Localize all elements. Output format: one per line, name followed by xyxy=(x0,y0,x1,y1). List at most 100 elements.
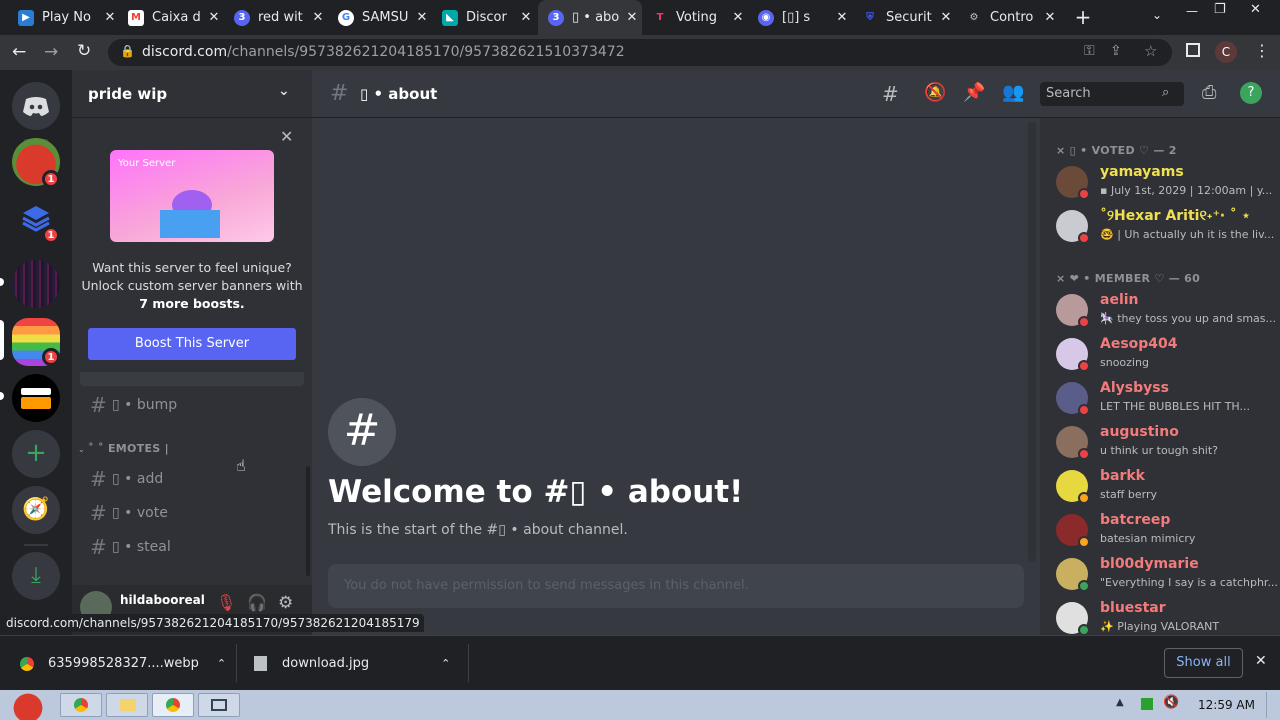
close-icon[interactable]: ✕ xyxy=(412,10,432,25)
headphones-icon[interactable]: 🎧 xyxy=(247,593,267,612)
member-row[interactable]: yamayams ▪ July 1st, 2029 | 12:00am | y.… xyxy=(1056,162,1280,204)
server-header[interactable]: pride wip ⌄ xyxy=(72,70,312,118)
discord-unread-icon: 3 xyxy=(234,9,250,26)
download-item[interactable]: download.jpg ⌃ xyxy=(254,636,454,691)
close-icon[interactable]: ✕ xyxy=(936,10,956,25)
category-emotes[interactable]: ⌄ ˚ ˚ EMOTES | xyxy=(78,442,169,455)
browser-menu-icon[interactable]: ⋮ xyxy=(1254,41,1270,60)
browser-tab-strip: ▶ Play No ✕ M Caixa d ✕ 3 red wit ✕ G SA… xyxy=(0,0,1280,35)
share-icon[interactable]: ⇪ xyxy=(1110,43,1122,59)
taskbar-explorer[interactable] xyxy=(106,693,148,717)
show-desktop-button[interactable] xyxy=(1266,692,1276,718)
discord-home-button[interactable] xyxy=(12,82,60,130)
gear-icon[interactable]: ⚙ xyxy=(278,593,293,613)
member-row[interactable]: Alysbyss LET THE BUBBLES HIT TH... xyxy=(1056,378,1280,420)
show-all-button[interactable]: Show all xyxy=(1164,648,1243,678)
hashtag-icon: # xyxy=(90,393,107,417)
minimize-button[interactable]: — xyxy=(1186,4,1198,18)
browser-tab-4[interactable]: G SAMSU ✕ xyxy=(328,0,432,35)
threads-icon[interactable]: # xyxy=(882,82,899,106)
member-row[interactable]: ˚୨Hexar Ariti୧˖⁺‧ ˚ ⋆ 🤓 | Uh actually uh… xyxy=(1056,206,1280,248)
chevron-up-icon[interactable]: ⌃ xyxy=(217,657,226,670)
mute-mic-icon[interactable]: 🎙 xyxy=(216,593,236,612)
back-arrow-icon[interactable]: ← xyxy=(12,42,26,62)
member-row[interactable]: barkk staff berry xyxy=(1056,466,1280,508)
browser-tab-5[interactable]: ◣ Discor ✕ xyxy=(432,0,536,35)
card-label: Your Server xyxy=(118,158,176,169)
inbox-icon[interactable]: ⎙ xyxy=(1202,82,1216,103)
member-row[interactable]: Aesop404 snoozing xyxy=(1056,334,1280,376)
lock-icon[interactable]: 🔒 xyxy=(120,44,135,58)
browser-tab-2[interactable]: M Caixa d ✕ xyxy=(118,0,224,35)
channel-vote[interactable]: # ▯ • vote xyxy=(80,498,304,528)
tab-search-chevron-icon[interactable]: ⌄ xyxy=(1152,8,1162,22)
close-icon[interactable]: ✕ xyxy=(1255,653,1267,669)
member-row[interactable]: bluestar ✨ Playing VALORANT xyxy=(1056,598,1280,635)
member-row[interactable]: aelin 🎠 they toss you up and smas... xyxy=(1056,290,1280,332)
status-dot xyxy=(1078,448,1090,460)
url-text[interactable]: discord.com/channels/957382621204185170/… xyxy=(142,44,625,60)
close-icon[interactable]: ✕ xyxy=(728,10,748,25)
close-icon[interactable]: ✕ xyxy=(280,127,293,146)
close-icon[interactable]: ✕ xyxy=(832,10,852,25)
taskbar-chrome[interactable] xyxy=(60,693,102,717)
restore-button[interactable]: ❐ xyxy=(1214,2,1226,17)
channel-steal[interactable]: # ▯ • steal xyxy=(80,532,304,562)
window-close-button[interactable]: ✕ xyxy=(1250,2,1261,17)
download-item[interactable]: 635998528327....webp ⌃ xyxy=(20,636,232,691)
search-input[interactable]: Search ⌕ xyxy=(1040,82,1184,106)
channel-title: ▯ • about xyxy=(360,85,438,103)
download-apps-icon[interactable]: ⤓ xyxy=(12,552,60,600)
member-row[interactable]: bl00dymarie "Everything I say is a catch… xyxy=(1056,554,1280,596)
status-dot xyxy=(1078,536,1090,548)
channel-row-partial[interactable] xyxy=(80,372,304,386)
message-composer[interactable]: You do not have permission to send messa… xyxy=(328,564,1024,608)
explore-compass-icon[interactable]: 🧭 xyxy=(12,486,60,534)
pin-icon[interactable]: 📌 xyxy=(963,82,985,103)
help-icon[interactable]: ? xyxy=(1240,82,1262,104)
browser-tab-9[interactable]: ⛨ Securit ✕ xyxy=(852,0,956,35)
browser-tab-8[interactable]: ◉ [▯] s ✕ xyxy=(748,0,852,35)
close-icon[interactable]: ✕ xyxy=(100,10,120,25)
channel-bump[interactable]: # ▯ • bump xyxy=(80,390,304,420)
server-icon-ph[interactable] xyxy=(12,374,60,422)
close-icon[interactable]: ✕ xyxy=(622,10,642,25)
discord-logo-icon xyxy=(23,97,49,116)
server-icon-dark-lines[interactable] xyxy=(12,260,60,308)
browser-tab-7[interactable]: T Voting ✕ xyxy=(642,0,748,35)
boost-server-button[interactable]: Boost This Server xyxy=(88,328,296,360)
browser-tab-6-active[interactable]: 3 ▯ • abo ✕ xyxy=(538,0,642,35)
profile-avatar[interactable]: C xyxy=(1215,41,1237,63)
password-key-icon[interactable]: ⚿ xyxy=(1084,43,1095,59)
browser-tab-10[interactable]: ⚙ Contro ✕ xyxy=(956,0,1060,35)
notification-muted-icon[interactable]: 🔕 xyxy=(924,82,946,103)
reload-icon[interactable]: ↻ xyxy=(77,41,91,61)
member-row[interactable]: batcreep batesian mimicry xyxy=(1056,510,1280,552)
close-icon[interactable]: ✕ xyxy=(1040,10,1060,25)
bookmark-star-icon[interactable]: ☆ xyxy=(1144,42,1157,60)
close-icon[interactable]: ✕ xyxy=(516,10,536,25)
taskbar-chrome-active[interactable] xyxy=(152,693,194,717)
tray-expand-icon[interactable]: ▲ xyxy=(1116,697,1124,708)
scrollbar-thumb[interactable] xyxy=(306,466,310,576)
omnibox[interactable]: 🔒 discord.com/channels/95738262120418517… xyxy=(108,39,1172,66)
role-group-title: × ▯ • VOTED ♡ — 2 xyxy=(1056,144,1177,157)
member-row[interactable]: augustino u think ur tough shit? xyxy=(1056,422,1280,464)
start-button-angry-bird[interactable] xyxy=(6,690,50,720)
taskbar-app[interactable] xyxy=(198,693,240,717)
new-tab-button[interactable]: + xyxy=(1072,6,1094,28)
side-panel-icon[interactable] xyxy=(1186,43,1200,57)
close-icon[interactable]: ✕ xyxy=(308,10,328,25)
add-server-icon[interactable]: + xyxy=(12,430,60,478)
browser-tab-1[interactable]: ▶ Play No ✕ xyxy=(8,0,120,35)
chevron-up-icon[interactable]: ⌃ xyxy=(441,657,450,670)
chat-scrollbar-track[interactable] xyxy=(1028,122,1036,562)
forward-arrow-icon[interactable]: → xyxy=(44,42,58,62)
tray-app-icon[interactable] xyxy=(1141,698,1153,710)
channel-add[interactable]: # ▯ • add xyxy=(80,464,304,494)
member-list-icon[interactable]: 👥 xyxy=(1002,82,1024,103)
discord-icon: ◉ xyxy=(758,9,774,26)
browser-tab-3[interactable]: 3 red wit ✕ xyxy=(224,0,328,35)
close-icon[interactable]: ✕ xyxy=(204,10,224,25)
volume-muted-icon[interactable]: 🔇 xyxy=(1163,695,1179,710)
